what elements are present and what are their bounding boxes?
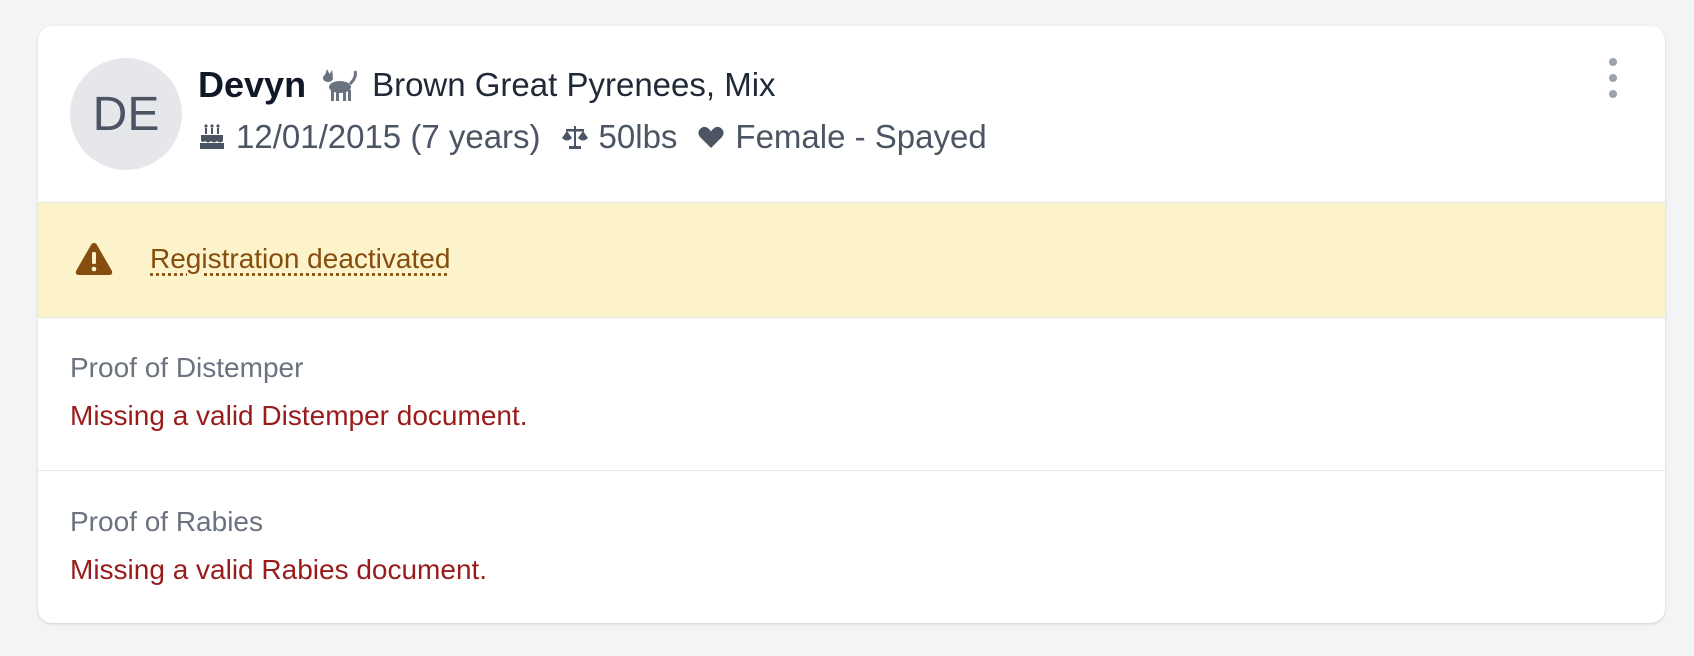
pet-meta-row: 12/01/2015 (7 years) 50lbs Female - Spay… xyxy=(198,118,1007,156)
vertical-dots-icon xyxy=(1609,58,1617,66)
requirement-error: Missing a valid Rabies document. xyxy=(70,554,488,585)
scale-icon xyxy=(561,126,588,149)
requirement-title: Proof of Distemper xyxy=(70,352,304,383)
more-options-button[interactable] xyxy=(1601,58,1625,98)
sex-item: Female - Spayed xyxy=(697,118,987,156)
pet-weight: 50lbs xyxy=(598,118,678,155)
requirement-item: Proof of Rabies Missing a valid Rabies d… xyxy=(38,472,1665,623)
weight-item: 50lbs xyxy=(561,118,678,156)
pet-sex: Female - Spayed xyxy=(735,118,987,155)
requirement-error: Missing a valid Distemper document. xyxy=(70,400,528,431)
pet-breed: Brown Great Pyrenees, Mix xyxy=(372,66,776,103)
requirement-title: Proof of Rabies xyxy=(70,506,263,537)
pet-card: DE Devyn Brown Great Pyrenees, Mix 12/01… xyxy=(38,26,1665,623)
pet-header: DE Devyn Brown Great Pyrenees, Mix 12/01… xyxy=(38,26,1665,203)
warning-triangle-icon xyxy=(75,243,113,275)
pet-name-row: Devyn Brown Great Pyrenees, Mix xyxy=(198,64,776,106)
pet-birthdate: 12/01/2015 (7 years) xyxy=(236,118,541,155)
requirement-item: Proof of Distemper Missing a valid Diste… xyxy=(38,318,1665,471)
registration-alert: Registration deactivated xyxy=(38,203,1665,318)
avatar: DE xyxy=(70,58,182,170)
heart-icon xyxy=(698,126,725,148)
birthday-cake-icon xyxy=(200,124,224,149)
dog-icon xyxy=(320,67,360,103)
birthdate-item: 12/01/2015 (7 years) xyxy=(198,118,541,156)
pet-name: Devyn xyxy=(198,64,307,105)
registration-status-link[interactable]: Registration deactivated xyxy=(150,243,450,275)
